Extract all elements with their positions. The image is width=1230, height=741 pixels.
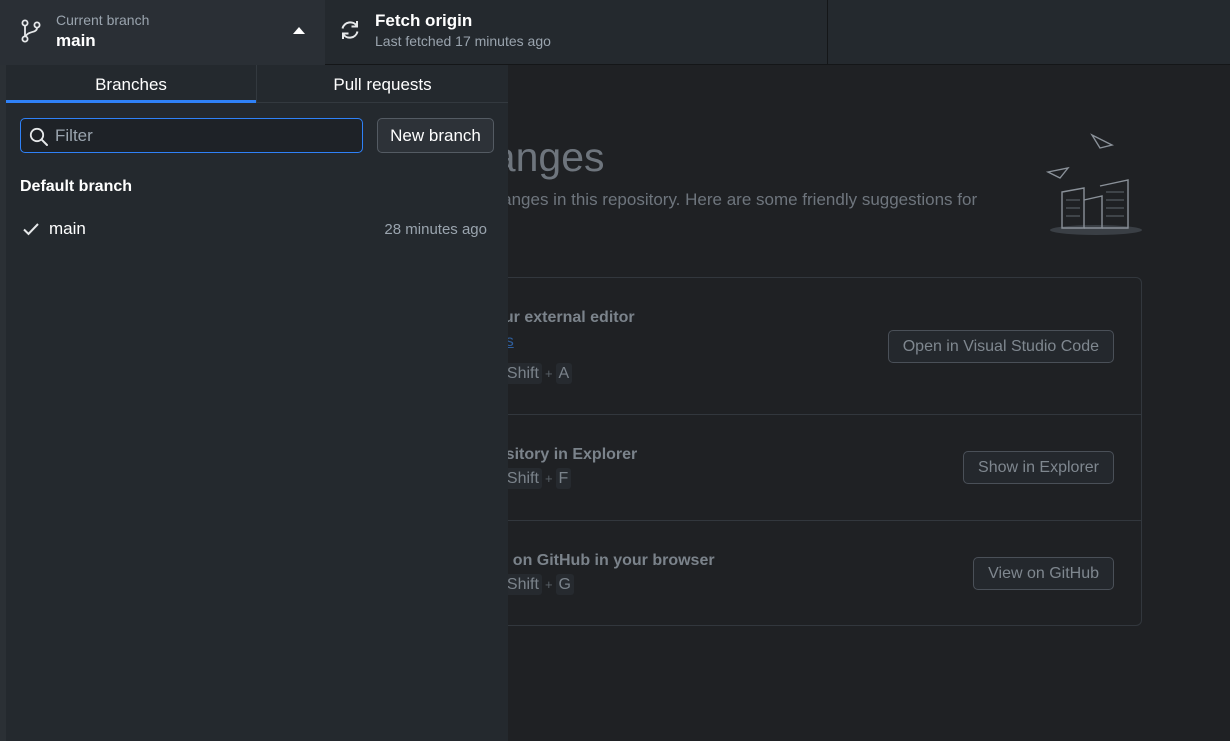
current-branch-name: main: [56, 31, 96, 50]
tab-pull-requests[interactable]: Pull requests: [257, 65, 508, 103]
branch-tabs: Branches Pull requests: [6, 65, 508, 103]
caret-up-icon: [293, 27, 305, 34]
branch-name: main: [49, 219, 86, 238]
sync-icon: [338, 18, 362, 47]
last-fetched-text: Last fetched 17 minutes ago: [375, 33, 551, 49]
tab-branches[interactable]: Branches: [6, 65, 256, 103]
suggestion-view-github: page on GitHub in your browser trl+Shift…: [441, 521, 1141, 625]
check-icon: [22, 221, 40, 242]
empty-state-illustration-icon: [1040, 130, 1150, 245]
suggestions-list: n your external editor ptions trl+Shift+…: [440, 277, 1142, 626]
no-changes-description: d changes in this repository. Here are s…: [470, 190, 978, 209]
show-in-explorer-button[interactable]: Show in Explorer: [963, 451, 1114, 484]
current-branch-button[interactable]: Current branch main: [0, 0, 325, 65]
toolbar: Current branch main Fetch origin Last fe…: [0, 0, 1230, 65]
search-icon: [29, 127, 49, 152]
view-on-github-button[interactable]: View on GitHub: [973, 557, 1114, 590]
suggestion-open-editor: n your external editor ptions trl+Shift+…: [441, 278, 1141, 415]
branch-dropdown: Branches Pull requests New branch Defaul…: [6, 65, 508, 741]
new-branch-button[interactable]: New branch: [377, 118, 494, 153]
current-branch-label: Current branch: [56, 12, 150, 28]
fetch-origin-title: Fetch origin: [375, 11, 473, 30]
git-branch-icon: [20, 19, 42, 48]
branch-updated-time: 28 minutes ago: [384, 221, 487, 238]
branch-list-item[interactable]: main 28 minutes ago: [6, 212, 508, 246]
fetch-origin-button[interactable]: Fetch origin Last fetched 17 minutes ago: [325, 0, 828, 65]
branch-filter-box: [20, 118, 363, 153]
suggestion-show-explorer: repository in Explorer trl+Shift+F Show …: [441, 415, 1141, 521]
default-branch-heading: Default branch: [20, 178, 133, 195]
open-in-vscode-button[interactable]: Open in Visual Studio Code: [887, 330, 1114, 363]
branch-filter-input[interactable]: [55, 123, 355, 148]
